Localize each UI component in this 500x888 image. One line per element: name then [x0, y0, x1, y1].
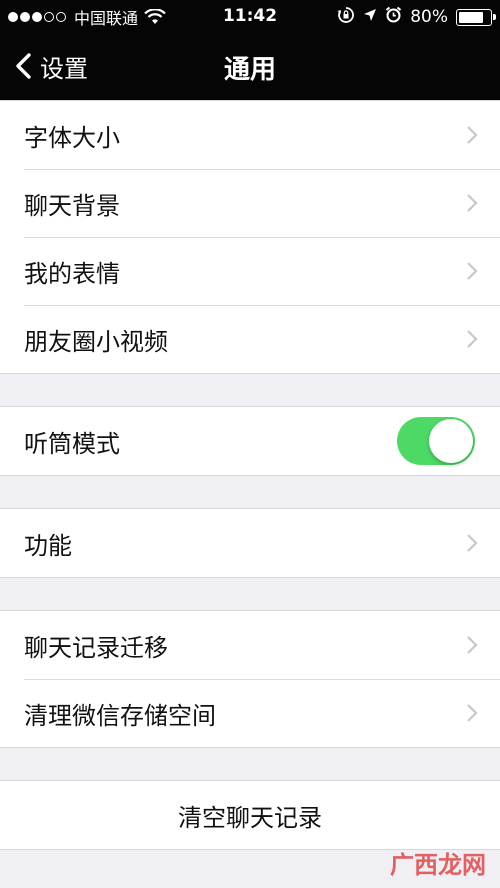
battery-icon [456, 8, 496, 26]
page-title: 通用 [223, 55, 276, 85]
settings-group-storage: 聊天记录迁移 清理微信存储空间 [0, 610, 500, 748]
rotation-lock-icon [337, 6, 355, 29]
clear-chat-history-button[interactable]: 清空聊天记录 [0, 781, 500, 849]
battery-level [459, 11, 483, 23]
status-bar: 中国联通 11:42 80% [0, 0, 500, 34]
header: 中国联通 11:42 80% 设置 通用 [0, 0, 500, 100]
settings-row-chat-background[interactable]: 聊天背景 [0, 169, 500, 237]
row-label: 清空聊天记录 [178, 803, 322, 832]
chevron-right-icon [467, 534, 478, 552]
row-label: 清理微信存储空间 [24, 701, 216, 730]
settings-list: 字体大小 聊天背景 我的表情 朋友圈小视频 听筒模式 功能 聊天记录迁移 清理微… [0, 100, 500, 850]
battery-percent: 80% [410, 7, 448, 27]
chevron-right-icon [467, 704, 478, 722]
settings-row-my-stickers[interactable]: 我的表情 [0, 237, 500, 305]
settings-row-manage-storage[interactable]: 清理微信存储空间 [0, 679, 500, 747]
settings-row-font-size[interactable]: 字体大小 [0, 101, 500, 169]
status-right: 80% [329, 6, 496, 29]
location-icon [363, 7, 377, 27]
row-label: 字体大小 [24, 123, 120, 152]
earpiece-mode-toggle[interactable] [397, 417, 475, 465]
chevron-right-icon [467, 330, 478, 348]
row-label: 我的表情 [24, 259, 120, 288]
settings-row-moments-video[interactable]: 朋友圈小视频 [0, 305, 500, 373]
settings-row-features[interactable]: 功能 [0, 509, 500, 577]
navigation-bar: 设置 通用 [0, 34, 500, 100]
settings-group-audio: 听筒模式 [0, 406, 500, 476]
row-label: 朋友圈小视频 [24, 327, 168, 356]
chevron-right-icon [467, 262, 478, 280]
settings-group-clear: 清空聊天记录 [0, 780, 500, 850]
row-label: 听筒模式 [24, 429, 120, 458]
chevron-right-icon [467, 126, 478, 144]
chevron-right-icon [467, 636, 478, 654]
settings-group-display: 字体大小 聊天背景 我的表情 朋友圈小视频 [0, 100, 500, 374]
chevron-right-icon [467, 194, 478, 212]
row-label: 功能 [24, 531, 72, 560]
settings-row-chat-history-migration[interactable]: 聊天记录迁移 [0, 611, 500, 679]
settings-group-features: 功能 [0, 508, 500, 578]
row-label: 聊天记录迁移 [24, 633, 168, 662]
toggle-knob [429, 419, 473, 463]
row-label: 聊天背景 [24, 191, 120, 220]
alarm-icon [385, 6, 402, 28]
battery-tip [493, 13, 496, 20]
settings-row-earpiece-mode: 听筒模式 [0, 407, 500, 475]
watermark-logo: 广西龙网 [390, 851, 486, 879]
